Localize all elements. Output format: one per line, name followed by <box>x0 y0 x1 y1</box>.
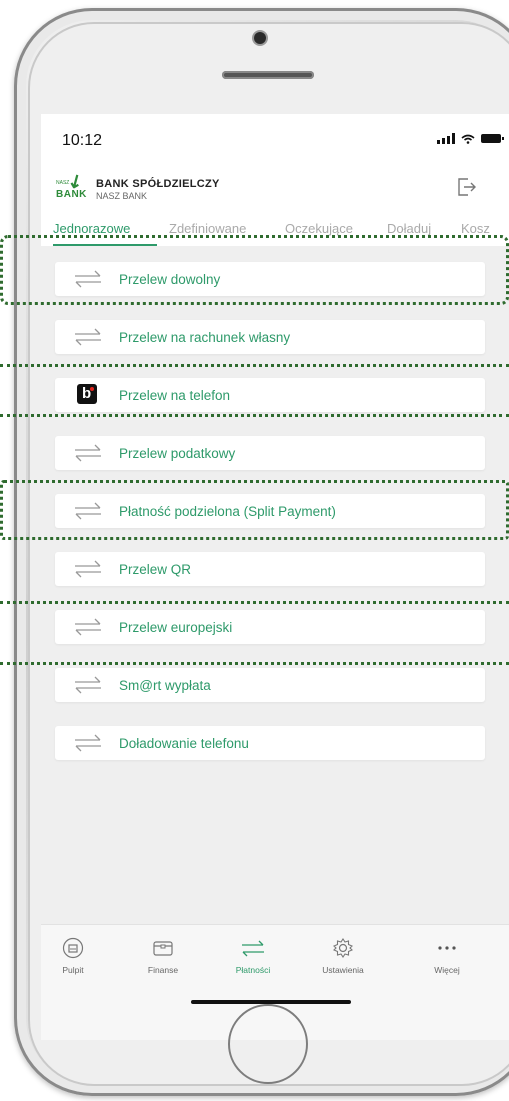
list-item-label: Sm@rt wypłata <box>119 678 211 693</box>
transfer-arrows-icon <box>75 560 101 578</box>
wifi-icon <box>461 134 475 144</box>
nav-label: Pulpit <box>62 965 84 975</box>
transfer-arrows-icon <box>75 734 101 752</box>
logo-word: BANK <box>56 189 87 200</box>
signal-icon <box>437 133 455 144</box>
tab-doladuj[interactable]: Doładuj <box>387 221 431 236</box>
logout-icon[interactable] <box>455 176 477 198</box>
highlight-line-2 <box>0 414 509 417</box>
status-time: 10:12 <box>62 132 103 149</box>
list-item-label: Przelew na telefon <box>119 388 231 403</box>
logo-small-text: NASZ <box>56 180 70 186</box>
nav-label: Finanse <box>147 965 179 975</box>
nav-finanse[interactable]: Finanse <box>123 937 203 975</box>
nav-label: Płatności <box>235 965 271 975</box>
status-bar: 10:12 <box>41 114 509 166</box>
status-icons <box>437 133 504 144</box>
payment-item-przelew-qr[interactable]: Przelew QR <box>55 552 485 586</box>
list-item-label: Przelew europejski <box>119 620 233 635</box>
nav-label: Ustawienia <box>322 965 364 975</box>
tab-jednorazowe[interactable]: Jednorazowe <box>53 221 130 236</box>
wallet-icon <box>153 941 173 956</box>
transfer-arrows-icon <box>75 676 101 694</box>
home-button[interactable] <box>228 1004 308 1084</box>
gear-icon <box>333 938 353 958</box>
nav-pulpit[interactable]: Pulpit <box>41 937 113 975</box>
payment-item-przelew-podatkowy[interactable]: Przelew podatkowy <box>55 436 485 470</box>
payment-item-rachunek-wlasny[interactable]: Przelew na rachunek własny <box>55 320 485 354</box>
more-dots-icon <box>438 946 456 950</box>
speaker-grille <box>222 71 314 79</box>
nav-ustawienia[interactable]: Ustawienia <box>303 937 383 975</box>
transfer-arrows-icon <box>75 618 101 636</box>
bank-logo: ↙ NASZ BANK <box>56 169 88 200</box>
list-item-label: Przelew QR <box>119 562 192 577</box>
payment-item-przelew-europejski[interactable]: Przelew europejski <box>55 610 485 644</box>
list-item-label: Doładowanie telefonu <box>119 736 249 751</box>
transfer-arrows-icon <box>242 940 264 957</box>
highlight-box-dowolny <box>0 235 509 305</box>
home-icon <box>62 937 84 959</box>
payment-item-przelew-na-telefon[interactable]: b Przelew na telefon <box>55 378 485 412</box>
payment-item-doladowanie-telefonu[interactable]: Doładowanie telefonu <box>55 726 485 760</box>
highlight-line-4 <box>0 662 509 665</box>
highlight-line-3 <box>0 601 509 604</box>
list-item-label: Przelew na rachunek własny <box>119 330 291 345</box>
tab-zdefiniowane[interactable]: Zdefiniowane <box>169 221 246 236</box>
battery-icon <box>481 134 504 143</box>
bank-name: BANK SPÓŁDZIELCZY <box>96 178 220 190</box>
payment-item-smart-wyplata[interactable]: Sm@rt wypłata <box>55 668 485 702</box>
highlight-box-split-payment <box>0 480 509 540</box>
transfer-arrows-icon <box>75 328 101 346</box>
tab-kosz[interactable]: Kosz <box>461 221 490 236</box>
list-item-label: Przelew podatkowy <box>119 446 236 461</box>
nav-platnosci[interactable]: Płatności <box>213 937 293 975</box>
nav-wiecej[interactable]: Więcej <box>407 937 487 975</box>
blik-icon: b <box>77 384 97 404</box>
highlight-line-1 <box>0 364 509 367</box>
camera-icon <box>254 32 266 44</box>
app-header: ↙ NASZ BANK BANK SPÓŁDZIELCZY NASZ BANK <box>41 166 509 212</box>
tab-oczekujace[interactable]: Oczekujące <box>285 221 353 236</box>
bank-subtitle: NASZ BANK <box>96 191 148 201</box>
nav-label: Więcej <box>434 965 460 975</box>
transfer-arrows-icon <box>75 444 101 462</box>
